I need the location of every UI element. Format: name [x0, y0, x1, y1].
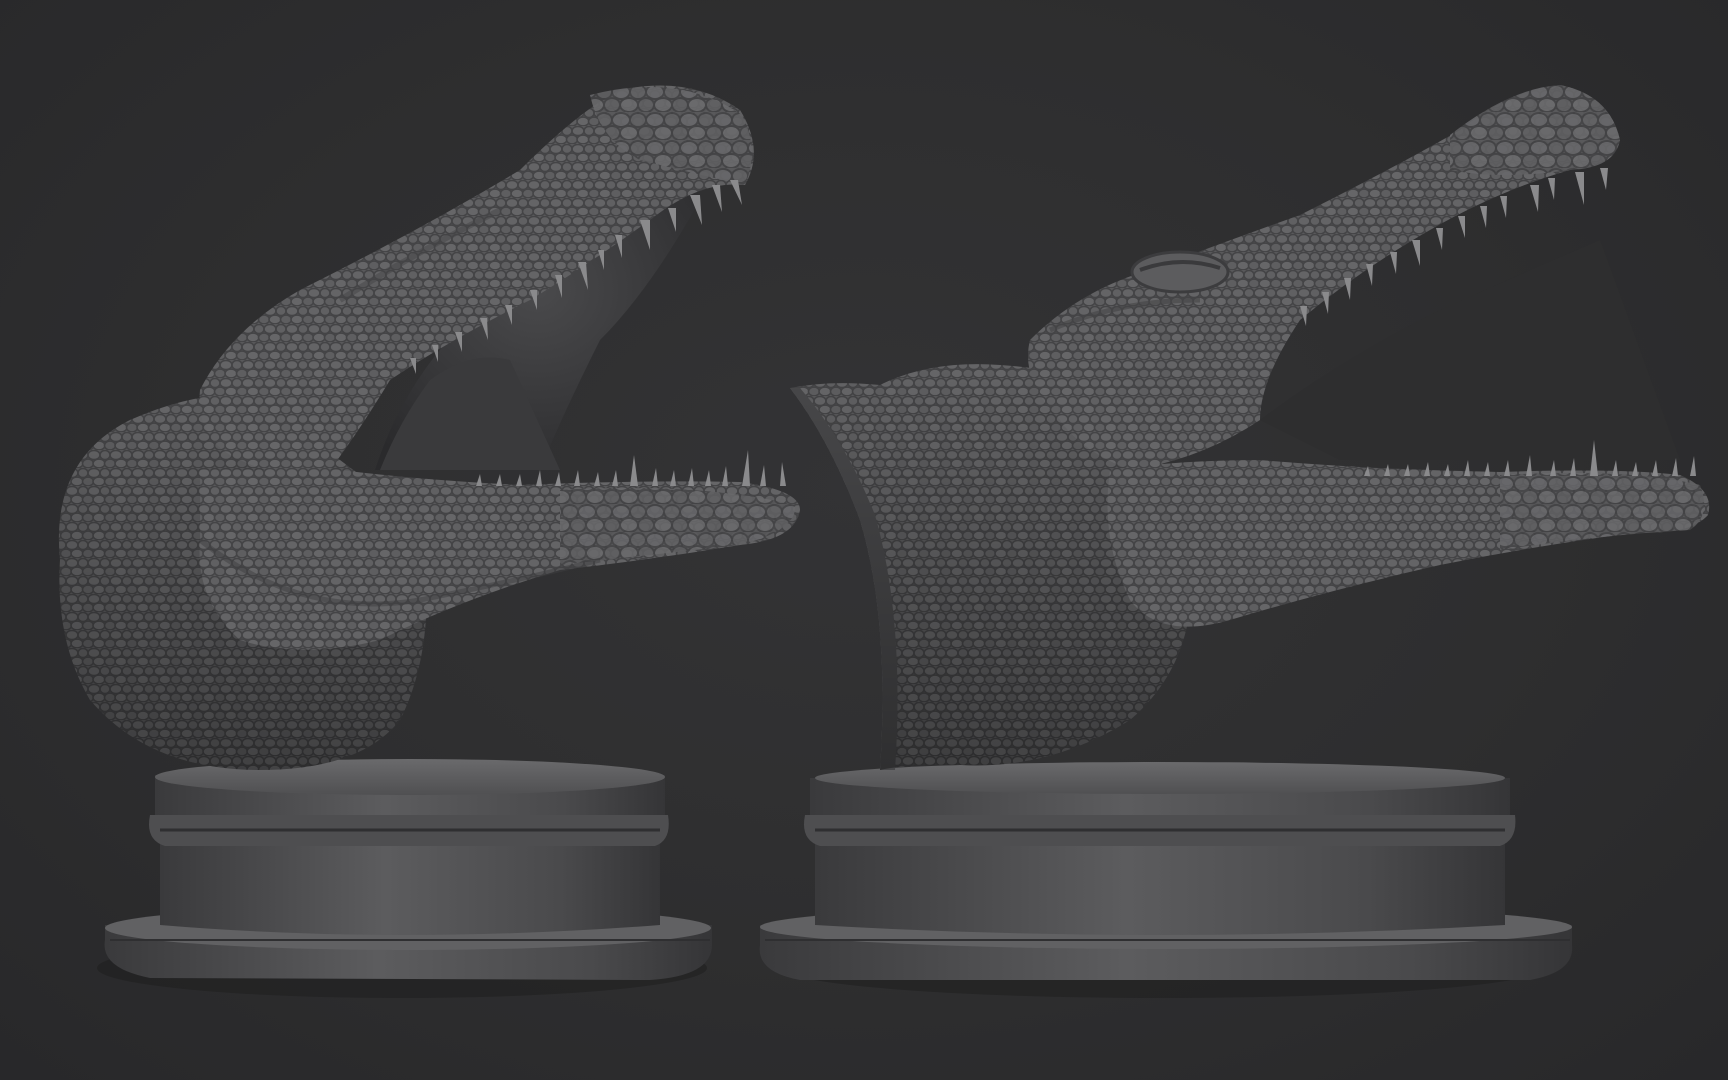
viewport-canvas	[58, 85, 1710, 999]
left-pedestal	[97, 759, 712, 998]
right-pedestal	[759, 762, 1573, 998]
left-crocodile-bust[interactable]	[58, 85, 800, 999]
sculpt-viewport[interactable]	[0, 0, 1728, 1080]
right-crocodile-bust[interactable]	[759, 85, 1710, 998]
